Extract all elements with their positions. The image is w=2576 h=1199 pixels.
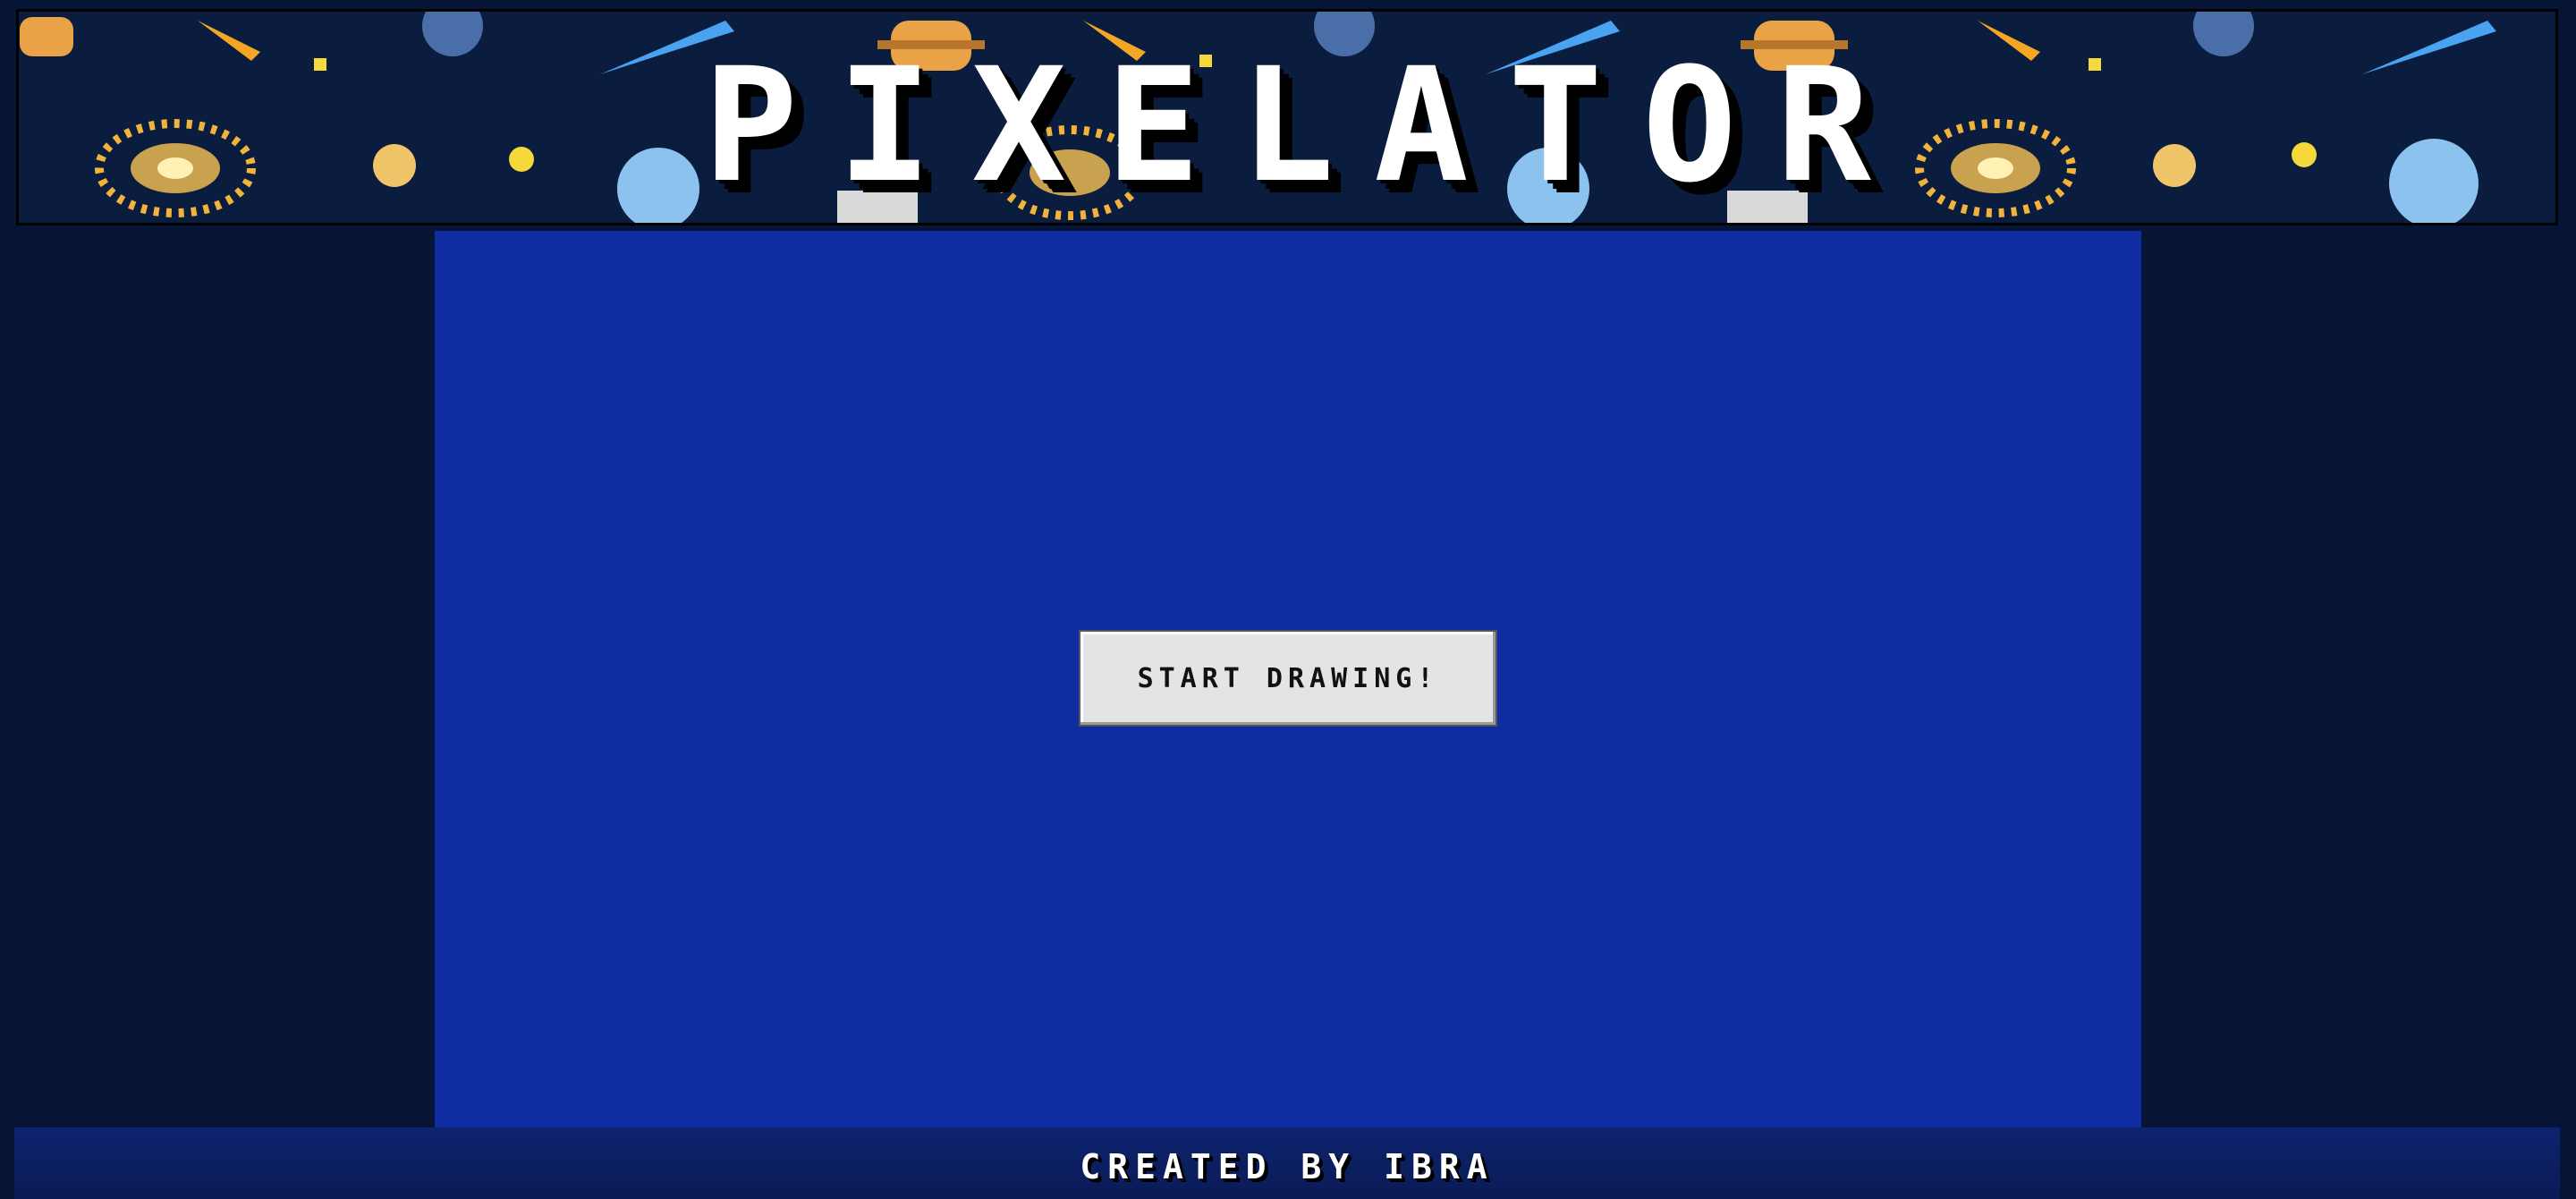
app-logo-title: PIXELATOR: [703, 34, 1911, 217]
start-drawing-button[interactable]: START DRAWING!: [1079, 630, 1497, 727]
page: PIXELATOR START DRAWING! CREATED BY IBRA: [0, 0, 2576, 1199]
header-banner: PIXELATOR: [16, 9, 2558, 225]
drawing-canvas-area: START DRAWING!: [435, 231, 2141, 1127]
footer-credit: CREATED BY IBRA: [1080, 1147, 1495, 1186]
footer: CREATED BY IBRA: [14, 1127, 2560, 1199]
